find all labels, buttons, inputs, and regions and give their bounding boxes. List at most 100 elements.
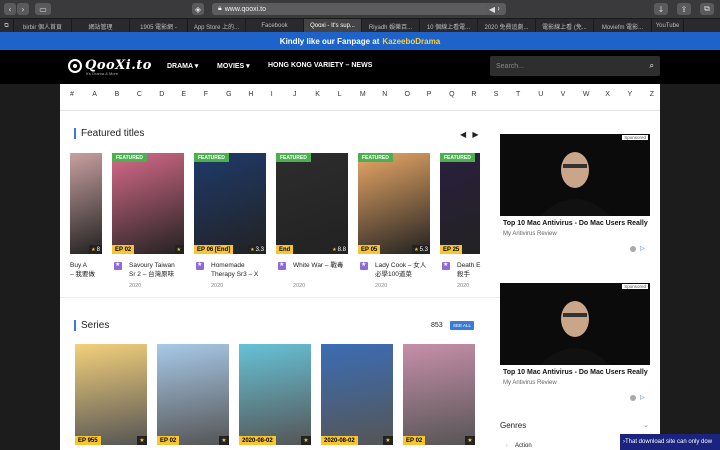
alphabet-letter[interactable]: U	[538, 91, 543, 98]
alphabet-letter[interactable]: K	[315, 91, 320, 98]
alphabet-letter[interactable]: I	[271, 91, 273, 98]
address-bar[interactable]: 🔒︎ www.qooxi.to ↻	[212, 3, 506, 15]
episode-badge: EP 955	[75, 436, 101, 445]
series-poster[interactable]: 2020-08-02 ★	[239, 344, 311, 445]
featured-title-text[interactable]: 必學100道菜	[375, 271, 412, 279]
alphabet-letter[interactable]: Q	[449, 91, 454, 98]
featured-title-text[interactable]: Lady Cook – 女人	[375, 262, 426, 270]
series-poster[interactable]: EP 955 ★	[75, 344, 147, 445]
chevron-right-icon[interactable]: ▶	[472, 130, 478, 139]
speaker-icon[interactable]: ◀	[486, 3, 498, 15]
ad-photo	[500, 283, 650, 365]
alphabet-letter[interactable]: F	[204, 91, 208, 98]
browser-tab[interactable]: 網站管理	[72, 19, 130, 33]
search-input[interactable]: Search... ⌕	[490, 56, 660, 76]
star-icon: ★	[250, 246, 255, 253]
forward-button[interactable]: ›	[17, 3, 29, 15]
alphabet-letter[interactable]: S	[494, 91, 499, 98]
featured-title-text[interactable]: White War – 戰毒	[293, 262, 343, 270]
featured-poster[interactable]: ★ 8	[70, 153, 102, 254]
alphabet-letter[interactable]: L	[338, 91, 342, 98]
featured-title-text[interactable]: Sr 2 – 台灣原味	[129, 271, 174, 279]
shield-icon[interactable]: ◈	[192, 3, 204, 15]
back-button[interactable]: ‹	[4, 3, 16, 15]
genre-action[interactable]: Action	[515, 443, 532, 449]
featured-poster[interactable]: FEATURED EP 05 ★ 5.3	[358, 153, 430, 254]
site-logo[interactable]: QooXi.to It's Drama & More	[68, 58, 152, 76]
chevron-down-icon[interactable]: ⌄	[643, 421, 649, 429]
adchoices-arrow-icon[interactable]: ▷	[640, 245, 645, 252]
adchoices-icon[interactable]	[630, 395, 636, 401]
featured-title-text[interactable]: Buy A	[70, 262, 87, 270]
alphabet-letter[interactable]: R	[471, 91, 476, 98]
browser-tab[interactable]: Qooxi - It's sup...	[304, 19, 362, 33]
alphabet-letter[interactable]: W	[583, 91, 590, 98]
ad-title[interactable]: Top 10 Mac Antivirus - Do Mac Users Real…	[503, 220, 648, 227]
genres-heading: Genres	[500, 421, 527, 430]
featured-title-text[interactable]: Savoury Taiwan	[129, 262, 175, 270]
browser-tab[interactable]: 電影線上看 (免...	[536, 19, 594, 33]
alphabet-letter[interactable]: E	[182, 91, 187, 98]
sidebar-ad-2[interactable]: Sponsored Top 10 Mac Antivirus - Do Mac …	[500, 283, 650, 407]
downloads-button[interactable]: ↓	[654, 3, 668, 15]
tabs-overview-button[interactable]: ⧉	[700, 3, 714, 15]
browser-tab[interactable]: App Store 上的...	[188, 19, 246, 33]
featured-title-text[interactable]: Therapy Sr3 – X	[211, 271, 258, 279]
nav-movies[interactable]: MOVIES ▾	[217, 62, 250, 70]
nav-drama[interactable]: DRAMA ▾	[167, 62, 198, 70]
alphabet-letter[interactable]: D	[159, 91, 164, 98]
nav-hk-variety-news[interactable]: HONG KONG VARIETY – NEWS	[268, 62, 372, 69]
alphabet-letter[interactable]: Y	[628, 91, 633, 98]
fanpage-link[interactable]: KazeeboDrama	[382, 37, 440, 46]
alphabet-letter[interactable]: Z	[650, 91, 654, 98]
chevron-left-icon[interactable]: ◀	[460, 130, 466, 139]
see-all-button[interactable]: SEE ALL	[450, 321, 474, 330]
alphabet-letter[interactable]: J	[293, 91, 297, 98]
alphabet-letter[interactable]: A	[92, 91, 97, 98]
ad-image[interactable]: Sponsored	[500, 134, 650, 216]
browser-tab[interactable]: Moviefm 電影...	[594, 19, 652, 33]
download-toast[interactable]: › That download site can only dow	[620, 434, 720, 450]
series-poster[interactable]: EP 02 ★	[157, 344, 229, 445]
sidebar-toggle-button[interactable]: ▭	[35, 3, 51, 15]
browser-tab[interactable]: Facebook	[246, 19, 304, 33]
featured-title-text[interactable]: Homemade	[211, 262, 245, 270]
sidebar-ad-1[interactable]: Sponsored Top 10 Mac Antivirus - Do Mac …	[500, 134, 650, 258]
browser-tab[interactable]: birbir 個人首頁	[14, 19, 72, 33]
featured-badge: FEATURED	[194, 153, 229, 162]
alphabet-letter[interactable]: T	[516, 91, 520, 98]
featured-poster[interactable]: FEATURED End ★ 8.8	[276, 153, 348, 254]
series-poster[interactable]: EP 02 ★	[403, 344, 475, 445]
featured-title-text[interactable]: 殺手	[457, 271, 470, 279]
browser-tab[interactable]: Riyadh 娛樂百...	[362, 19, 420, 33]
featured-poster[interactable]: FEATURED EP 25	[440, 153, 480, 254]
browser-tab[interactable]: 2020 免費追劇...	[478, 19, 536, 33]
alphabet-letter[interactable]: B	[115, 91, 120, 98]
search-icon[interactable]: ⌕	[650, 61, 654, 71]
alphabet-letter[interactable]: #	[70, 91, 74, 98]
featured-title-text[interactable]: – 我要做	[70, 271, 95, 279]
alphabet-letter[interactable]: N	[382, 91, 387, 98]
browser-tab[interactable]: 1905 電影網 -	[130, 19, 188, 33]
featured-poster[interactable]: FEATURED EP 02 ★	[112, 153, 184, 254]
alphabet-letter[interactable]: H	[248, 91, 253, 98]
share-button[interactable]: ⇪	[677, 3, 691, 15]
alphabet-letter[interactable]: G	[226, 91, 231, 98]
alphabet-letter[interactable]: X	[605, 91, 610, 98]
alphabet-letter[interactable]: C	[137, 91, 142, 98]
ad-title[interactable]: Top 10 Mac Antivirus - Do Mac Users Real…	[503, 369, 648, 376]
ad-image[interactable]: Sponsored	[500, 283, 650, 365]
star-icon: ★	[219, 436, 229, 445]
adchoices-icon[interactable]	[630, 246, 636, 252]
browser-tab[interactable]: YouTube	[652, 19, 684, 33]
adchoices-arrow-icon[interactable]: ▷	[640, 394, 645, 401]
alphabet-letter[interactable]: O	[405, 91, 410, 98]
alphabet-letter[interactable]: V	[561, 91, 566, 98]
series-poster[interactable]: 2020-08-02 ★	[321, 344, 393, 445]
alphabet-letter[interactable]: P	[427, 91, 432, 98]
featured-title-text[interactable]: Death E	[457, 262, 481, 270]
alphabet-letter[interactable]: M	[360, 91, 366, 98]
logo-tagline: It's Drama & More	[86, 71, 119, 76]
featured-poster[interactable]: FEATURED EP 06 [End] ★ 3.3	[194, 153, 266, 254]
browser-tab[interactable]: 10 個線上看電...	[420, 19, 478, 33]
